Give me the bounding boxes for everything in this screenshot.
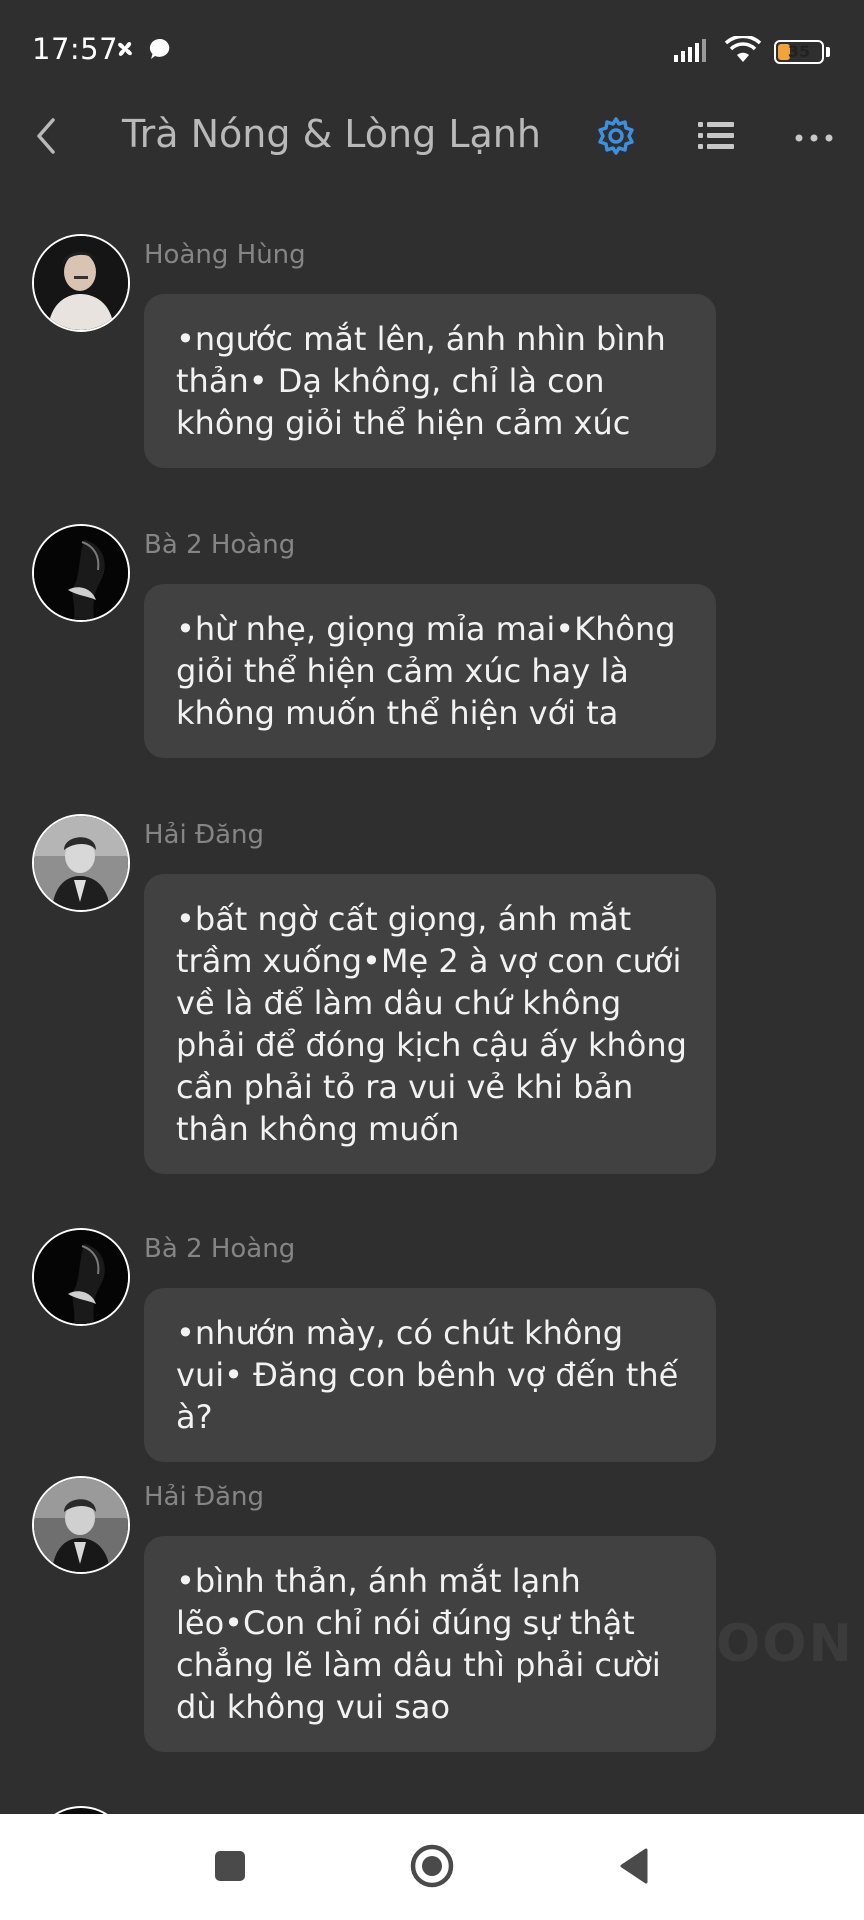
message-bubble[interactable]: •nhướn mày, có chút không vui• Đăng con … (144, 1288, 716, 1462)
sender-name: Hoàng Hùng (144, 240, 306, 270)
more-icon (794, 129, 834, 148)
avatar[interactable] (32, 814, 130, 912)
back-triangle-icon (616, 1846, 652, 1890)
battery-tip (826, 47, 830, 57)
chat-screen: 17:57 35 Trà Nóng & Lòng Lạnh Hoàng Hùng… (0, 0, 864, 1920)
sender-name: Bà 2 Hoàng (144, 1234, 296, 1264)
chat-bubble-icon (148, 36, 174, 66)
message-list[interactable]: Hoàng Hùng •ngước mắt lên, ánh nhìn bình… (0, 184, 864, 1814)
status-bar: 17:57 35 (0, 0, 864, 104)
settings-button[interactable] (586, 110, 646, 166)
sender-name: Bà 2 Hoàng (144, 530, 296, 560)
battery-level: 35 (787, 42, 811, 61)
avatar[interactable] (32, 1228, 130, 1326)
battery-body: 35 (774, 40, 824, 64)
list-button[interactable] (686, 110, 746, 166)
recents-icon (213, 1849, 247, 1887)
avatar[interactable] (32, 1476, 130, 1574)
avatar[interactable] (32, 234, 130, 332)
recents-button[interactable] (196, 1834, 264, 1902)
watermark: OON (716, 1614, 854, 1674)
sender-name: Hải Đăng (144, 820, 265, 850)
sender-name: Hải Đăng (144, 1482, 265, 1512)
pinwheel-icon (112, 36, 138, 66)
battery-icon: 35 (774, 40, 830, 64)
home-icon (408, 1842, 456, 1894)
home-button[interactable] (398, 1834, 466, 1902)
chat-title: Trà Nóng & Lòng Lạnh (122, 112, 541, 156)
list-icon (696, 119, 736, 157)
back-button[interactable] (18, 110, 74, 166)
status-time: 17:57 (32, 32, 119, 66)
status-icons-left (112, 36, 174, 66)
back-icon (31, 116, 61, 160)
settings-icon (595, 115, 637, 161)
message-bubble[interactable]: •bình thản, ánh mắt lạnh lẽo•Con chỉ nói… (144, 1536, 716, 1752)
message-bubble[interactable]: •ngước mắt lên, ánh nhìn bình thản• Dạ k… (144, 294, 716, 468)
status-icons-right: 35 (672, 34, 830, 68)
wifi-icon (724, 34, 762, 68)
more-button[interactable] (784, 110, 844, 166)
navigation-bar (0, 1814, 864, 1920)
avatar[interactable] (32, 524, 130, 622)
signal-icon (672, 37, 712, 67)
message-bubble[interactable]: •bất ngờ cất giọng, ánh mắt trầm xuống•M… (144, 874, 716, 1174)
app-bar: Trà Nóng & Lòng Lạnh (0, 104, 864, 184)
message-bubble[interactable]: •hừ nhẹ, giọng mỉa mai•Không giỏi thể hi… (144, 584, 716, 758)
back-nav-button[interactable] (600, 1834, 668, 1902)
